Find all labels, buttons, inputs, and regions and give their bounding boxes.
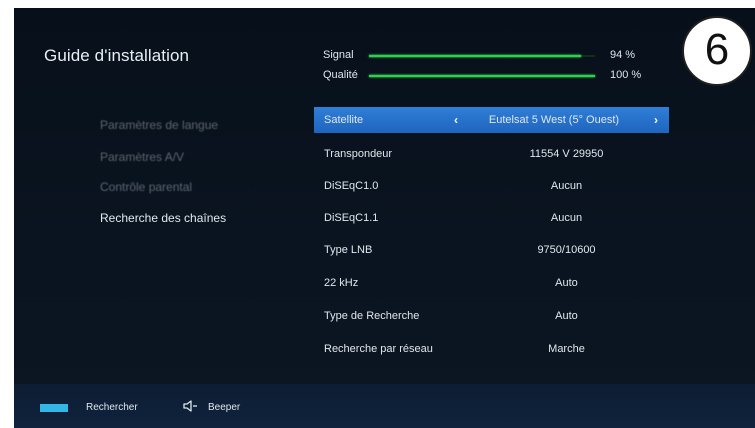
chevron-left-icon[interactable]: ‹ <box>454 113 458 127</box>
setting-label: Type LNB <box>324 244 373 256</box>
setting-row-diseqc10[interactable]: DiSEqC1.0 Aucun <box>314 173 669 199</box>
setting-label: Satellite <box>324 114 364 126</box>
setting-label: Type de Recherche <box>324 310 420 322</box>
setting-value: Eutelsat 5 West (5° Ouest) <box>488 114 620 126</box>
setting-value: Aucun <box>550 212 583 224</box>
menu-item-parental[interactable]: Contrôle parental <box>100 180 192 194</box>
chevron-right-icon[interactable]: › <box>654 113 658 127</box>
speaker-icon <box>183 400 197 412</box>
menu-item-av[interactable]: Paramètres A/V <box>100 150 184 164</box>
blue-key-label: Rechercher <box>86 402 138 413</box>
setting-row-satellite[interactable]: Satellite ‹ Eutelsat 5 West (5° Ouest) › <box>314 107 669 133</box>
hint-bar: Rechercher Beeper <box>14 384 755 428</box>
step-number-badge: 6 <box>682 16 752 86</box>
tv-screen: Guide d'installation Signal 94 % Qualité… <box>14 8 755 428</box>
setting-row-22khz[interactable]: 22 kHz Auto <box>314 270 669 296</box>
setting-row-search-type[interactable]: Type de Recherche Auto <box>314 303 669 329</box>
setting-value: 11554 V 29950 <box>529 148 604 160</box>
setting-label: Transpondeur <box>324 148 393 160</box>
quality-meter-fill <box>369 75 595 77</box>
signal-label: Signal <box>323 49 354 61</box>
signal-meter <box>369 55 595 57</box>
signal-value: 94 % <box>610 49 636 61</box>
quality-value: 100 % <box>610 69 642 81</box>
menu-item-channel-search[interactable]: Recherche des chaînes <box>100 211 226 225</box>
setting-label: 22 kHz <box>324 277 359 289</box>
setting-row-network-search[interactable]: Recherche par réseau Marche <box>314 336 669 362</box>
setting-label: DiSEqC1.1 <box>324 212 379 224</box>
blue-key-icon <box>40 404 68 412</box>
setting-value: Auto <box>555 310 578 322</box>
speaker-label: Beeper <box>208 402 241 413</box>
quality-meter <box>369 75 595 77</box>
setting-row-lnb-type[interactable]: Type LNB 9750/10600 <box>314 237 669 263</box>
setting-value: Aucun <box>550 180 583 192</box>
setting-value: 9750/10600 <box>537 244 596 256</box>
menu-item-language[interactable]: Paramètres de langue <box>100 118 218 132</box>
setting-value: Auto <box>555 277 578 289</box>
setting-value: Marche <box>548 343 585 355</box>
signal-meter-fill <box>369 55 582 57</box>
setting-row-diseqc11[interactable]: DiSEqC1.1 Aucun <box>314 205 669 231</box>
page-title: Guide d'installation <box>44 46 190 65</box>
setting-row-transponder[interactable]: Transpondeur 11554 V 29950 <box>314 141 669 167</box>
quality-label: Qualité <box>323 69 358 81</box>
setting-label: DiSEqC1.0 <box>324 180 379 192</box>
setting-label: Recherche par réseau <box>324 343 433 355</box>
